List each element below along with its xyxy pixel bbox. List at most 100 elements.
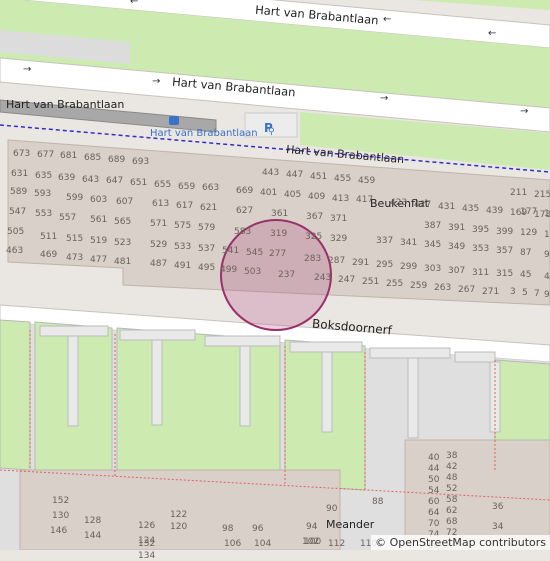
house-number: 557	[59, 213, 77, 223]
house-number: 3	[510, 287, 516, 297]
house-number: 7	[534, 289, 540, 299]
house-number: 495	[198, 263, 216, 273]
house-number: 60	[428, 497, 440, 507]
house-number: 181	[544, 209, 550, 219]
house-number: 146	[50, 526, 68, 536]
house-number: 129	[520, 228, 538, 238]
house-number: 599	[66, 193, 84, 203]
oneway-arrow: ←	[488, 28, 497, 39]
house-number: 681	[60, 151, 78, 161]
osm-contributors-link[interactable]: OpenStreetMap contributors	[390, 536, 546, 549]
house-number: 405	[284, 190, 302, 200]
house-number: 311	[472, 268, 490, 278]
house-number: 152	[52, 496, 70, 506]
house-number: 215	[534, 190, 550, 200]
house-number: 303	[424, 264, 442, 274]
house-number: 473	[66, 253, 84, 263]
house-number: 481	[114, 257, 132, 267]
house-number: 291	[352, 258, 370, 268]
house-number: 128	[84, 516, 102, 526]
house-number: 533	[174, 242, 192, 252]
house-number: 134	[138, 551, 156, 561]
house-number: 565	[114, 217, 132, 227]
house-number: 571	[150, 219, 168, 229]
house-number: 345	[424, 240, 442, 250]
house-number: 443	[262, 168, 280, 178]
house-number: 36	[492, 502, 504, 512]
house-number: 122	[170, 510, 188, 520]
house-number: 693	[132, 157, 150, 167]
house-number: 491	[174, 261, 192, 271]
house-number: 120	[170, 522, 188, 532]
house-number: 529	[150, 240, 168, 250]
house-number: 463	[6, 246, 24, 256]
house-number: 541	[222, 246, 240, 256]
house-number: 126	[138, 521, 156, 531]
house-number: 329	[330, 234, 348, 244]
house-number: 423	[390, 198, 408, 208]
house-number: 91	[544, 250, 550, 260]
house-number: 487	[150, 259, 168, 269]
house-number: 42	[446, 462, 458, 472]
house-number: 621	[200, 203, 218, 213]
house-number: 685	[84, 153, 102, 163]
house-number: 211	[510, 188, 528, 198]
house-number: 413	[332, 194, 350, 204]
house-number: 44	[428, 464, 440, 474]
house-number: 593	[34, 189, 52, 199]
oneway-arrow: ←	[130, 0, 139, 7]
house-number: 455	[334, 174, 352, 184]
house-number: 40	[428, 453, 440, 463]
house-number: 48	[446, 473, 458, 483]
house-block-east	[404, 439, 550, 550]
house-number: 451	[310, 172, 328, 182]
house-number: 669	[236, 186, 254, 196]
house-number: 307	[448, 266, 466, 276]
house-number: 515	[66, 234, 84, 244]
house-number: 98	[222, 524, 234, 534]
house-number: 371	[330, 214, 348, 224]
garden-3	[116, 327, 281, 486]
house-number: 505	[7, 227, 25, 237]
house-number: 447	[286, 170, 304, 180]
house-number: 503	[244, 267, 262, 277]
house-number: 52	[446, 484, 458, 494]
station-label: Hart van Brabantlaan	[6, 98, 125, 111]
house-number: 259	[410, 281, 428, 291]
map-canvas[interactable]: P ⚲	[0, 0, 550, 550]
oneway-arrow: →	[152, 76, 161, 87]
house-number: 50	[428, 475, 440, 485]
house-number: 401	[260, 188, 278, 198]
house-number: 277	[269, 249, 287, 259]
house-number: 58	[446, 495, 458, 505]
oneway-arrow: →	[380, 93, 389, 104]
house-number: 579	[198, 223, 216, 233]
house-number: 94	[306, 522, 318, 532]
house-number: 283	[304, 254, 322, 264]
house-number: 459	[358, 176, 376, 186]
house-number: 545	[246, 248, 264, 258]
house-number: 651	[130, 178, 148, 188]
house-number: 247	[338, 275, 356, 285]
house-number: 395	[472, 225, 490, 235]
house-number: 499	[220, 265, 238, 275]
house-number: 45	[520, 270, 532, 280]
house-number: 319	[270, 229, 288, 239]
house-number: 523	[114, 238, 132, 248]
oneway-arrow: →	[520, 106, 529, 117]
house-number: 251	[362, 277, 380, 287]
house-number: 639	[58, 173, 76, 183]
house-number: 431	[438, 202, 456, 212]
attribution-prefix: ©	[375, 536, 390, 549]
bus-stop-label: Hart van Brabantlaan	[150, 128, 258, 139]
house-number: 130	[52, 511, 70, 521]
house-number: 349	[448, 242, 466, 252]
bicycle-icon: ⚲	[268, 127, 275, 137]
house-number: 367	[306, 212, 324, 222]
house-number: 287	[328, 256, 346, 266]
garden-1	[0, 319, 31, 471]
house-number: 361	[271, 209, 289, 219]
house-number: 132	[138, 539, 156, 549]
house-number: 100	[304, 537, 322, 547]
house-number: 9	[544, 290, 550, 300]
